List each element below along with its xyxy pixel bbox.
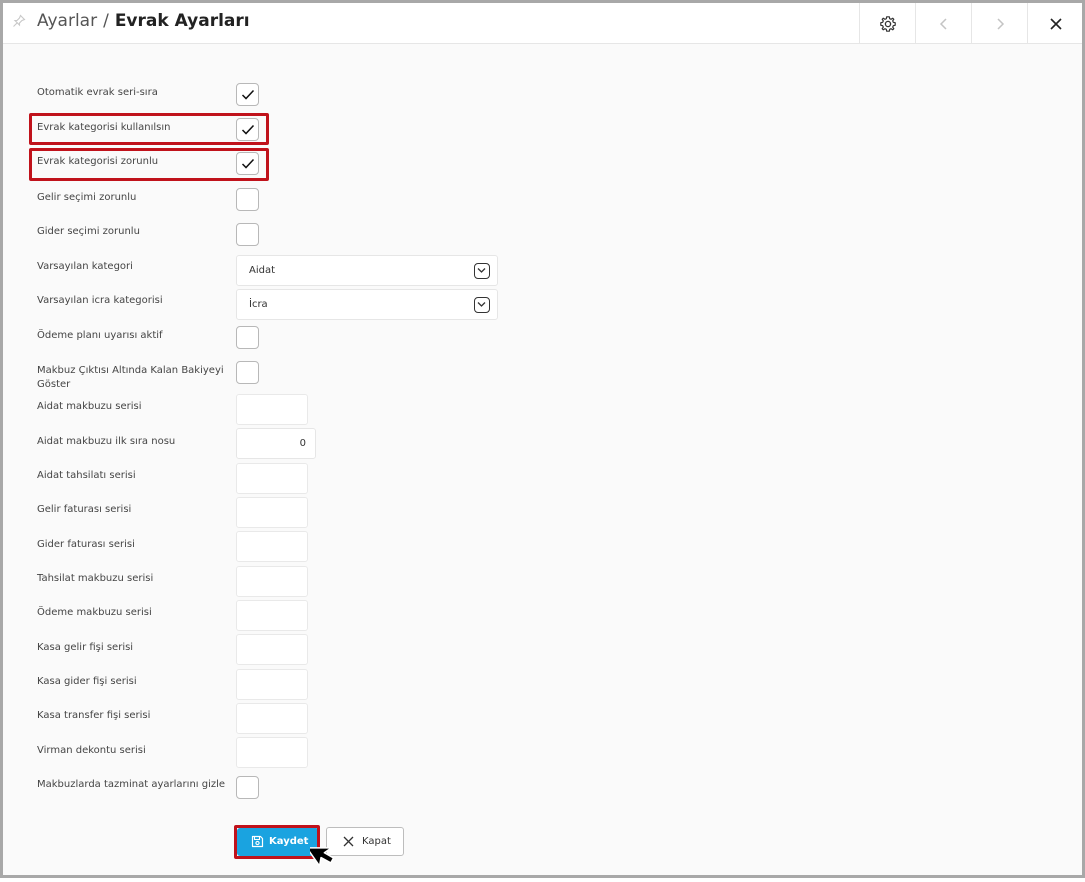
- use-category-label: Evrak kategorisi kullanılsın: [37, 122, 171, 133]
- title-bar: Ayarlar / Evrak Ayarları: [3, 3, 1082, 44]
- settings-button[interactable]: [859, 3, 915, 44]
- aidat-receipt-first-no-label: Aidat makbuzu ilk sıra nosu: [37, 436, 176, 447]
- cash-expense-serial-input[interactable]: [236, 669, 308, 700]
- settings-window: Ayarlar / Evrak Ayarları Otomatik evrak se…: [0, 0, 1085, 878]
- receipt-balance-checkbox[interactable]: [236, 361, 259, 384]
- default-icra-category-label: Varsayılan icra kategorisi: [37, 295, 163, 306]
- aidat-collection-serial-label: Aidat tahsilatı serisi: [37, 470, 136, 481]
- hide-compensation-checkbox[interactable]: [236, 776, 259, 799]
- save-button[interactable]: Kaydet: [237, 828, 319, 856]
- receipt-balance-label: Makbuz Çıktısı Altında Kalan Bakiyeyi Gö…: [37, 364, 224, 392]
- receipt-balance-label-line1: Makbuz Çıktısı Altında Kalan Bakiyeyi: [37, 365, 224, 376]
- virman-serial-label: Virman dekontu serisi: [37, 745, 146, 756]
- income-required-label: Gelir seçimi zorunlu: [37, 192, 137, 203]
- breadcrumb: Ayarlar / Evrak Ayarları: [37, 11, 250, 31]
- expense-invoice-serial-label: Gider faturası serisi: [37, 539, 135, 550]
- auto-serial-checkbox[interactable]: [236, 83, 259, 106]
- default-icra-category-select[interactable]: İcra: [236, 289, 498, 320]
- payment-plan-warning-checkbox[interactable]: [236, 326, 259, 349]
- pin-icon[interactable]: [12, 13, 26, 27]
- receipt-balance-label-line2: Göster: [37, 379, 71, 390]
- hide-compensation-label: Makbuzlarda tazminat ayarlarını gizle: [37, 779, 226, 790]
- virman-serial-input[interactable]: [236, 737, 308, 768]
- expense-invoice-serial-input[interactable]: [236, 531, 308, 562]
- aidat-receipt-first-no-value: 0: [299, 438, 306, 449]
- default-category-value: Aidat: [249, 265, 276, 276]
- expense-required-label: Gider seçimi zorunlu: [37, 226, 140, 237]
- page-title: Evrak Ayarları: [114, 11, 250, 31]
- floppy-disk-icon: [251, 835, 264, 851]
- aidat-receipt-first-no-input[interactable]: 0: [236, 428, 316, 459]
- close-icon: [1049, 17, 1063, 31]
- payment-plan-warning-label: Ödeme planı uyarısı aktif: [37, 330, 163, 341]
- payment-receipt-serial-input[interactable]: [236, 600, 308, 631]
- chevron-right-icon: [993, 17, 1007, 31]
- chevron-left-icon: [937, 17, 951, 31]
- aidat-collection-serial-input[interactable]: [236, 463, 308, 494]
- use-category-checkbox[interactable]: [236, 118, 259, 141]
- income-required-checkbox[interactable]: [236, 188, 259, 211]
- auto-serial-label: Otomatik evrak seri-sıra: [37, 87, 158, 98]
- settings-form: Otomatik evrak seri-sıra Evrak kategoris…: [3, 45, 1082, 875]
- cash-expense-serial-label: Kasa gider fişi serisi: [37, 676, 137, 687]
- next-button[interactable]: [971, 3, 1027, 44]
- default-category-select[interactable]: Aidat: [236, 255, 498, 286]
- cash-income-serial-label: Kasa gelir fişi serisi: [37, 642, 134, 653]
- income-invoice-serial-label: Gelir faturası serisi: [37, 504, 132, 515]
- default-icra-category-value: İcra: [249, 299, 268, 310]
- save-button-label: Kaydet: [269, 836, 309, 847]
- gear-icon: [879, 15, 897, 33]
- breadcrumb-separator: /: [103, 11, 109, 31]
- previous-button[interactable]: [915, 3, 971, 44]
- window-close-button[interactable]: [1027, 3, 1083, 44]
- cash-transfer-serial-input[interactable]: [236, 703, 308, 734]
- cash-income-serial-input[interactable]: [236, 634, 308, 665]
- aidat-receipt-serial-label: Aidat makbuzu serisi: [37, 401, 142, 412]
- mouse-cursor-icon: [306, 838, 356, 882]
- category-required-label: Evrak kategorisi zorunlu: [37, 156, 159, 167]
- income-invoice-serial-input[interactable]: [236, 497, 308, 528]
- payment-receipt-serial-label: Ödeme makbuzu serisi: [37, 607, 152, 618]
- category-required-checkbox[interactable]: [236, 152, 259, 175]
- collection-receipt-serial-input[interactable]: [236, 566, 308, 597]
- close-button-label: Kapat: [362, 836, 391, 847]
- chevron-down-icon: [474, 297, 490, 313]
- breadcrumb-parent[interactable]: Ayarlar: [37, 11, 97, 31]
- cash-transfer-serial-label: Kasa transfer fişi serisi: [37, 710, 151, 721]
- default-category-label: Varsayılan kategori: [37, 261, 133, 272]
- expense-required-checkbox[interactable]: [236, 223, 259, 246]
- chevron-down-icon: [474, 263, 490, 279]
- collection-receipt-serial-label: Tahsilat makbuzu serisi: [37, 573, 154, 584]
- aidat-receipt-serial-input[interactable]: [236, 394, 308, 425]
